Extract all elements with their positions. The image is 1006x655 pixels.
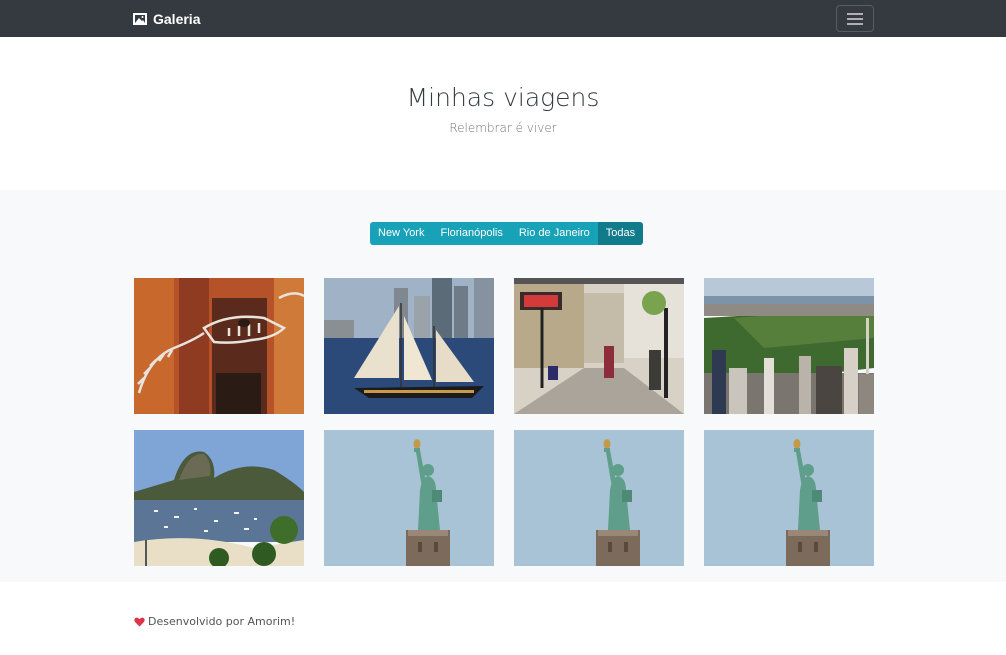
navbar: Galeria <box>0 0 1006 37</box>
filter-florianopolis-button[interactable]: Florianópolis <box>432 222 511 245</box>
statue-of-liberty-photo <box>514 430 684 566</box>
photo-grid <box>134 278 874 566</box>
footer: Desenvolvido por Amorim! <box>0 582 1006 655</box>
street-photo <box>514 278 684 414</box>
statue-of-liberty-photo <box>704 430 874 566</box>
statue-of-liberty-photo <box>324 430 494 566</box>
brand-link[interactable]: Galeria <box>133 10 200 28</box>
photo-thumbnail[interactable] <box>134 430 304 566</box>
photo-thumbnail[interactable] <box>134 278 304 414</box>
page-title: Minhas viagens <box>406 83 600 112</box>
central-park-photo <box>704 278 874 414</box>
filter-rio-de-janeiro-button[interactable]: Rio de Janeiro <box>510 222 598 245</box>
photo-thumbnail[interactable] <box>704 278 874 414</box>
navbar-toggler-button[interactable] <box>836 5 874 32</box>
sailboat-photo <box>324 278 494 414</box>
photo-thumbnail[interactable] <box>514 430 684 566</box>
sugarloaf-photo <box>134 430 304 566</box>
hero-section: Minhas viagens Relembrar é viver <box>0 37 1006 190</box>
dinosaur-skeleton-photo <box>134 278 304 414</box>
photo-thumbnail[interactable] <box>514 278 684 414</box>
filter-todas-button[interactable]: Todas <box>597 222 644 245</box>
photo-thumbnail[interactable] <box>324 430 494 566</box>
heart-icon <box>134 617 145 627</box>
brand-label[interactable]: Galeria <box>153 10 200 28</box>
footer-text: Desenvolvido por Amorim! <box>148 615 296 628</box>
page-subtitle: Relembrar é viver <box>449 121 557 135</box>
filter-new-york-button[interactable]: New York <box>370 222 433 245</box>
album-section: New York Florianópolis Rio de Janeiro To… <box>0 190 1006 582</box>
photo-thumbnail[interactable] <box>704 430 874 566</box>
footer-credit: Desenvolvido por Amorim! <box>134 615 295 628</box>
photo-thumbnail[interactable] <box>324 278 494 414</box>
filter-button-group: New York Florianópolis Rio de Janeiro To… <box>370 222 644 245</box>
picture-icon <box>133 13 147 25</box>
